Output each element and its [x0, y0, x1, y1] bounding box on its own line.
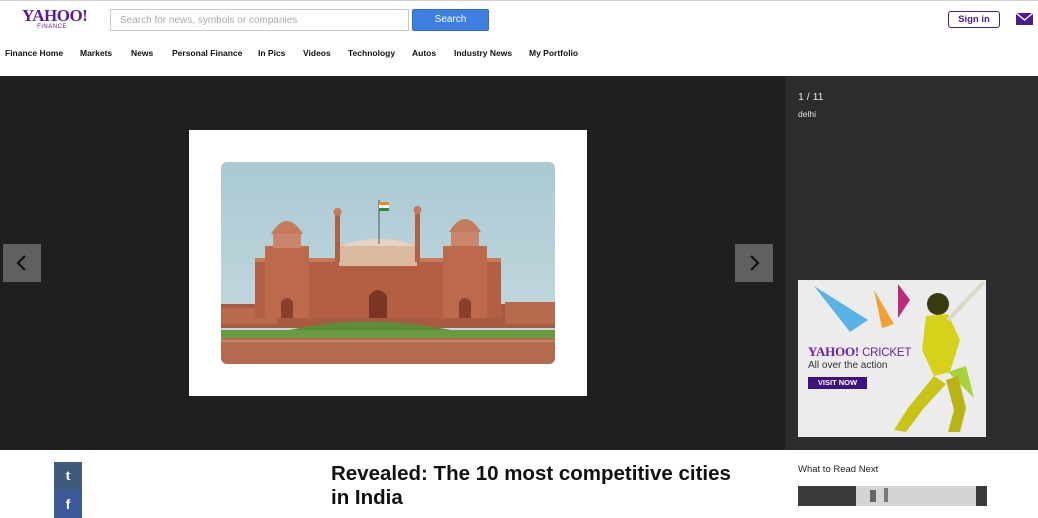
- nav-news[interactable]: News: [131, 48, 153, 58]
- previous-slide-button[interactable]: [3, 244, 41, 282]
- facebook-icon: f: [65, 496, 71, 512]
- read-next-thumbnail[interactable]: [798, 486, 987, 506]
- nav-personal-finance[interactable]: Personal Finance: [172, 48, 242, 58]
- mail-icon[interactable]: [1016, 13, 1033, 25]
- nav-finance-home[interactable]: Finance Home: [5, 48, 63, 58]
- sign-in-button[interactable]: Sign in: [948, 11, 1000, 28]
- top-border: [0, 0, 1038, 1]
- chevron-right-icon: [750, 255, 760, 271]
- share-facebook-button[interactable]: f: [54, 490, 82, 518]
- what-to-read-next-title: What to Read Next: [798, 464, 879, 475]
- red-fort-photo: [221, 162, 555, 364]
- nav-technology[interactable]: Technology: [348, 48, 395, 58]
- nav-videos[interactable]: Videos: [303, 48, 331, 58]
- slide-caption: delhi: [798, 109, 816, 119]
- yahoo-finance-logo[interactable]: YAHOO! FINANCE: [22, 6, 88, 31]
- logo-text: YAHOO!: [22, 6, 88, 25]
- nav-my-portfolio[interactable]: My Portfolio: [529, 48, 578, 58]
- article-headline: Revealed: The 10 most competitive cities…: [331, 462, 731, 509]
- ad-brand: YAHOO! CRICKET: [808, 344, 911, 360]
- share-tumblr-button[interactable]: t: [54, 462, 82, 490]
- search-input[interactable]: [110, 9, 409, 31]
- nav-markets[interactable]: Markets: [80, 48, 112, 58]
- ad-visit-now-button[interactable]: VISIT NOW: [808, 377, 867, 389]
- yahoo-cricket-ad[interactable]: YAHOO! CRICKET All over the action VISIT…: [798, 280, 986, 437]
- ad-tagline: All over the action: [808, 360, 888, 371]
- next-slide-button[interactable]: [735, 244, 773, 282]
- ad-brand-cricket: CRICKET: [862, 347, 912, 359]
- tumblr-icon: t: [65, 467, 71, 484]
- nav-autos[interactable]: Autos: [412, 48, 436, 58]
- nav-in-pics[interactable]: In Pics: [258, 48, 285, 58]
- slide-counter: 1 / 11: [798, 91, 824, 103]
- search-button[interactable]: Search: [412, 9, 489, 31]
- ad-brand-yahoo: YAHOO!: [808, 344, 860, 359]
- nav-industry-news[interactable]: Industry News: [454, 48, 512, 58]
- chevron-left-icon: [16, 255, 26, 271]
